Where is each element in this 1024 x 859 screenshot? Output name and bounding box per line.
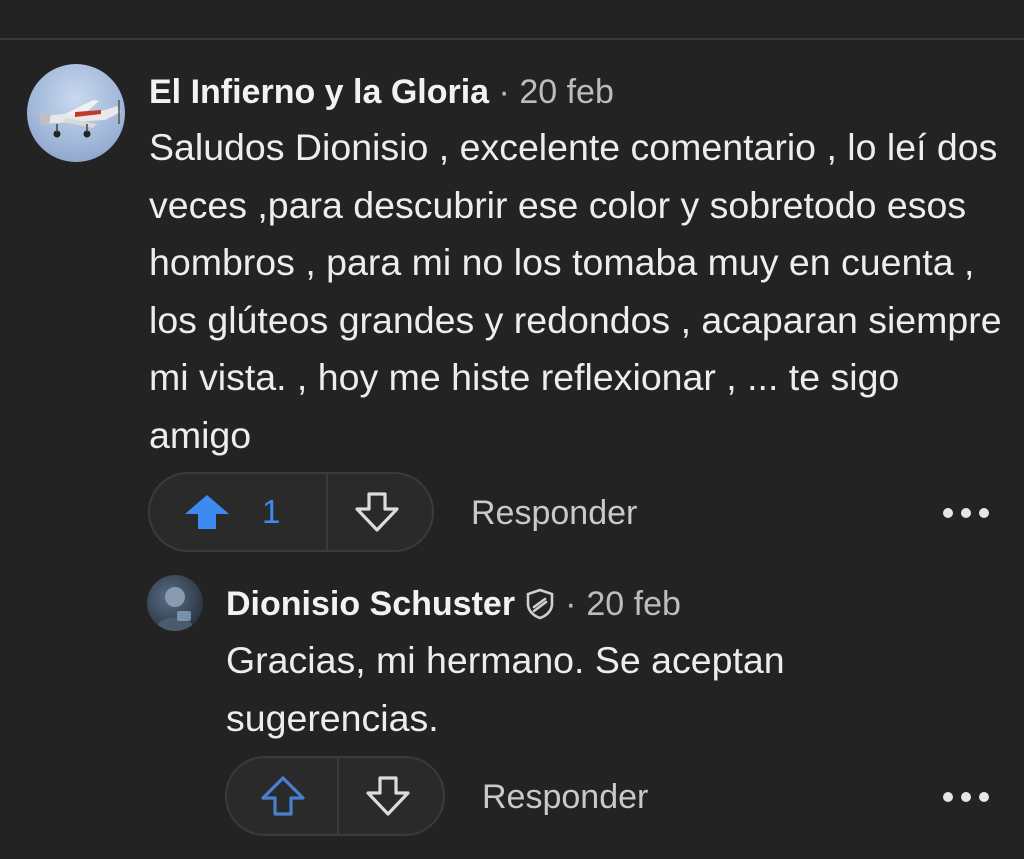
- reply-comment: Dionisio Schuster · 20 feb Gracias, mi h…: [0, 560, 1024, 859]
- more-dots-icon[interactable]: [942, 506, 990, 520]
- more-dots-icon[interactable]: [942, 790, 990, 804]
- reply-button[interactable]: Responder: [471, 494, 637, 533]
- author-name[interactable]: Dionisio Schuster: [226, 582, 515, 626]
- downvote-arrow-icon: [355, 492, 399, 532]
- separator-dot: ·: [498, 73, 510, 111]
- person-avatar[interactable]: [147, 575, 203, 631]
- comment-date: 20 feb: [519, 73, 614, 111]
- separator-dot: ·: [565, 585, 577, 623]
- shield-badge-icon: [526, 588, 554, 620]
- upvote-arrow-icon: [185, 495, 229, 529]
- upvote-button[interactable]: [227, 758, 337, 834]
- upvote-arrow-icon: [261, 776, 305, 816]
- upvote-button[interactable]: 1: [150, 474, 326, 550]
- comment: El Infierno y la Gloria · 20 feb Saludos…: [0, 0, 1024, 560]
- airplane-icon: [39, 100, 121, 138]
- author-name[interactable]: El Infierno y la Gloria: [149, 73, 489, 111]
- downvote-button[interactable]: [328, 474, 432, 550]
- reply-button[interactable]: Responder: [482, 778, 648, 817]
- person-icon: [155, 587, 195, 631]
- airplane-avatar[interactable]: [27, 64, 125, 162]
- comment-header: El Infierno y la Gloria · 20 feb: [149, 70, 614, 114]
- comment-date: 20 feb: [586, 585, 681, 623]
- comment-body: Gracias, mi hermano. Se aceptan sugerenc…: [226, 639, 785, 739]
- downvote-button[interactable]: [339, 758, 443, 834]
- vote-control: [225, 756, 445, 836]
- comment-header: Dionisio Schuster · 20 feb: [226, 582, 681, 626]
- downvote-arrow-icon: [366, 776, 410, 816]
- comment-body: Saludos Dionisio , excelente comentario …: [149, 126, 1002, 456]
- upvote-count: 1: [262, 493, 281, 530]
- vote-control: 1: [148, 472, 434, 552]
